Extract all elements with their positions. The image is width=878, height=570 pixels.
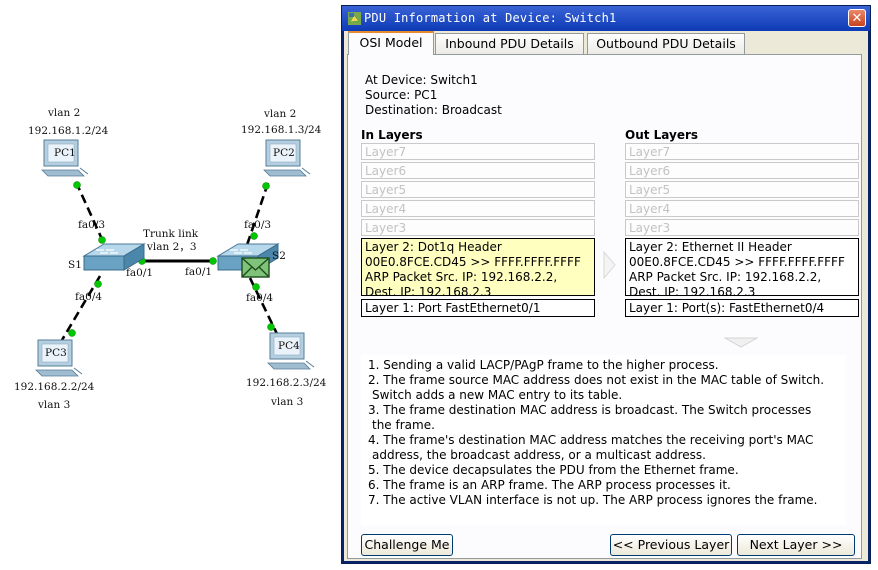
s2-port-fa04: fa0/4 [246, 292, 273, 304]
close-button[interactable]: ✕ [848, 9, 866, 27]
out-layer2[interactable]: Layer 2: Ethernet II Header 00E0.8FCE.CD… [625, 238, 859, 299]
pc4-label: PC4 [278, 340, 300, 352]
in-layer1[interactable]: Layer 1: Port FastEthernet0/1 [361, 299, 595, 317]
pc1-vlan: vlan 2 [47, 107, 80, 119]
in-layer6[interactable]: Layer6 [361, 162, 595, 179]
pc3-vlan: vlan 3 [37, 399, 70, 411]
pc2-ip: 192.168.1.3/24 [241, 124, 322, 136]
tab-osi-model[interactable]: OSI Model [348, 31, 434, 55]
previous-layer-button[interactable]: << Previous Layer [610, 534, 732, 556]
in-layer3[interactable]: Layer3 [361, 219, 595, 236]
challenge-me-button[interactable]: Challenge Me [361, 534, 453, 556]
chevron-down-icon [724, 337, 758, 348]
step-line: address, the broadcast address, or a mul… [372, 448, 706, 462]
s2-port-fa03: fa0/3 [244, 219, 271, 231]
link-light [267, 323, 275, 331]
s2-port-fa01: fa0/1 [185, 266, 212, 278]
in-layer2[interactable]: Layer 2: Dot1q Header 00E0.8FCE.CD45 >> … [361, 238, 595, 299]
pc3-ip: 192.168.2.2/24 [14, 381, 95, 393]
pc4-vlan: vlan 3 [270, 396, 303, 408]
dialog-body: OSI Model Inbound PDU Details Outbound P… [344, 31, 868, 561]
link-light [68, 329, 76, 337]
processing-steps: 1. Sending a valid LACP/PAgP frame to th… [361, 355, 846, 525]
step-line: 7. The active VLAN interface is not up. … [368, 493, 818, 507]
at-device-text: At Device: Switch1 [365, 73, 478, 87]
in-layer5[interactable]: Layer5 [361, 181, 595, 198]
destination-text: Destination: Broadcast [365, 103, 502, 117]
out-layer7[interactable]: Layer7 [625, 143, 859, 160]
s1-port-fa01: fa0/1 [126, 267, 153, 279]
pc1-label: PC1 [54, 147, 76, 159]
in-layer7[interactable]: Layer7 [361, 143, 595, 160]
link-light [252, 283, 260, 291]
dialog-title: PDU Information at Device: Switch1 [364, 11, 617, 25]
pc1-ip: 192.168.1.2/24 [28, 125, 109, 137]
pc2-label: PC2 [273, 147, 295, 159]
network-topology: PC1 PC2 PC3 PC4 vlan 2 192.168.1.2/24 vl… [14, 107, 327, 411]
osi-model-panel: At Device: Switch1 Source: PC1 Destinati… [347, 54, 862, 559]
link-light [262, 182, 270, 190]
out-layer4[interactable]: Layer4 [625, 200, 859, 217]
out-layer6[interactable]: Layer6 [625, 162, 859, 179]
step-line: 1. Sending a valid LACP/PAgP frame to th… [368, 358, 719, 372]
in-layer4[interactable]: Layer4 [361, 200, 595, 217]
tab-inbound-pdu-details[interactable]: Inbound PDU Details [435, 33, 584, 54]
in-layer2-line: 00E0.8FCE.CD45 >> FFFF.FFFF.FFFF [365, 255, 581, 269]
in-layer2-line: Layer 2: Dot1q Header [365, 240, 502, 254]
s1-port-fa04: fa0/4 [75, 291, 102, 303]
source-text: Source: PC1 [365, 88, 438, 102]
step-line: 5. The device decapsulates the PDU from … [368, 463, 739, 477]
in-layers-title: In Layers [361, 128, 423, 142]
step-line: Switch adds a new MAC entry to its table… [372, 388, 623, 402]
out-layer3[interactable]: Layer3 [625, 219, 859, 236]
step-line: 4. The frame's destination MAC address m… [368, 433, 814, 447]
in-layer2-line: Dest. IP: 192.168.2.3 [365, 285, 492, 299]
step-line: the frame. [372, 418, 435, 432]
packet-tracer-app-icon [348, 12, 361, 25]
pdu-info-dialog: PDU Information at Device: Switch1 ✕ OSI… [341, 5, 871, 564]
out-layer2-line: 00E0.8FCE.CD45 >> FFFF.FFFF.FFFF [629, 255, 845, 269]
out-layer5[interactable]: Layer5 [625, 181, 859, 198]
dialog-titlebar[interactable]: PDU Information at Device: Switch1 ✕ [342, 6, 870, 31]
link-light [73, 181, 81, 189]
link-light [94, 280, 102, 288]
link-light [98, 236, 106, 244]
chevron-right-icon [603, 251, 616, 279]
pdu-envelope-icon[interactable] [241, 257, 270, 278]
step-line: 3. The frame destination MAC address is … [368, 403, 812, 417]
in-layer2-line: ARP Packet Src. IP: 192.168.2.2, [365, 270, 558, 284]
tab-outbound-pdu-details[interactable]: Outbound PDU Details [587, 33, 745, 54]
step-line: 2. The frame source MAC address does not… [368, 373, 825, 387]
pc2-vlan: vlan 2 [263, 108, 296, 120]
out-layer2-line: ARP Packet Src. IP: 192.168.2.2, [629, 270, 822, 284]
out-layer1[interactable]: Layer 1: Port(s): FastEthernet0/4 [625, 299, 859, 317]
out-layer2-line: Layer 2: Ethernet II Header [629, 240, 792, 254]
next-layer-button[interactable]: Next Layer >> [737, 534, 855, 556]
step-line: 6. The frame is an ARP frame. The ARP pr… [368, 478, 731, 492]
s1-label: S1 [68, 259, 82, 271]
link-light [209, 257, 217, 265]
s2-label: S2 [272, 250, 286, 262]
out-layer2-line: Dest. IP: 192.168.2.3 [629, 285, 756, 299]
link-s1-pc3 [60, 275, 102, 341]
out-layers-title: Out Layers [625, 128, 699, 142]
trunk-label: Trunk link [143, 228, 199, 240]
pc4-ip: 192.168.2.3/24 [246, 377, 327, 389]
s1-port-fa03: fa0/3 [78, 219, 105, 231]
pc3-label: PC3 [45, 347, 67, 359]
trunk-vlan-label: vlan 2，3 [146, 241, 197, 253]
link-light [250, 232, 258, 240]
